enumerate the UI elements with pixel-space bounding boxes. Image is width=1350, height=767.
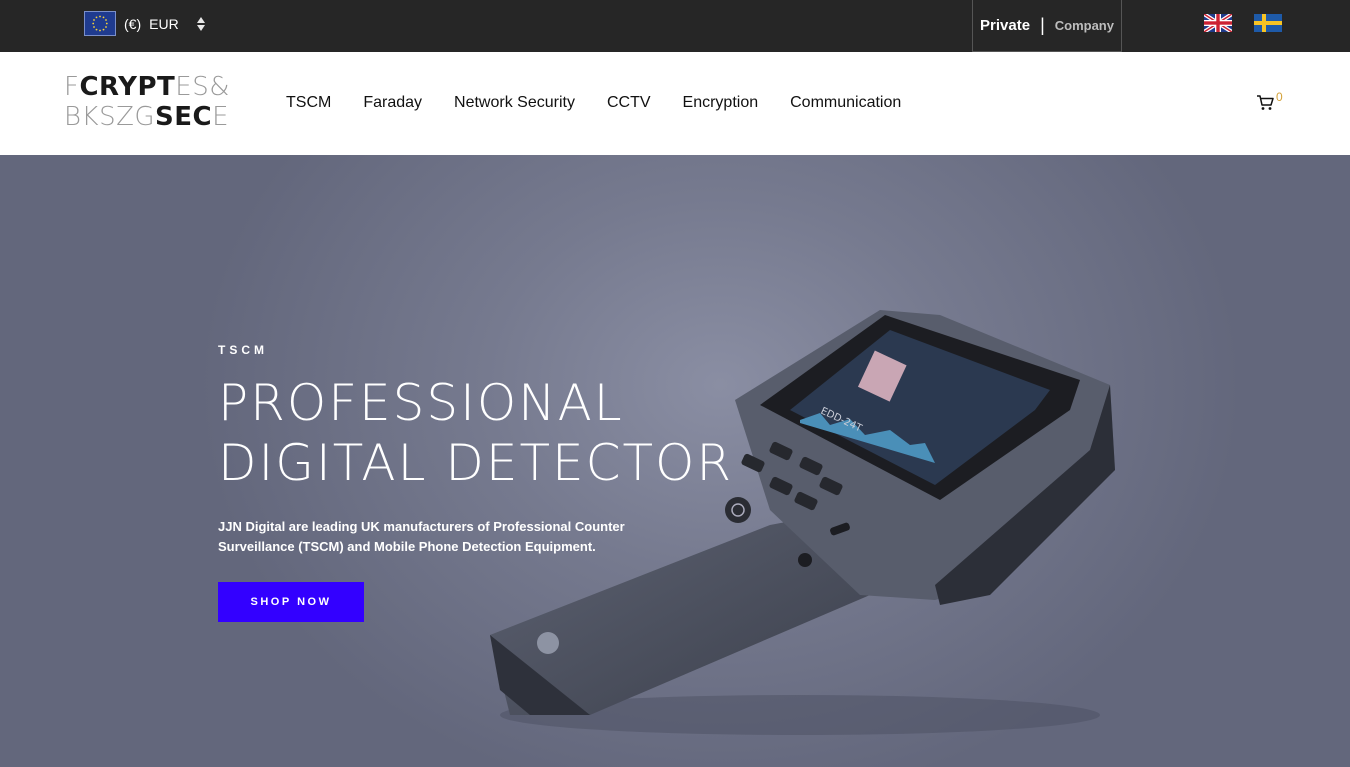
eu-flag-icon	[84, 11, 116, 36]
hero-title-line-2: DIGITAL DETECTOR	[218, 434, 734, 492]
logo-text: CRYPT	[79, 72, 176, 102]
nav-item-communication[interactable]: Communication	[790, 94, 901, 112]
main-nav: TSCM Faraday Network Security CCTV Encry…	[286, 94, 933, 112]
nav-item-tscm[interactable]: TSCM	[286, 94, 331, 112]
cart-icon	[1257, 95, 1274, 110]
customer-type-switch: Private | Company	[972, 0, 1122, 52]
nav-item-encryption[interactable]: Encryption	[683, 94, 759, 112]
nav-item-network-security[interactable]: Network Security	[454, 94, 575, 112]
segment-separator: |	[1040, 15, 1045, 35]
hero-title-line-1: PROFESSIONAL	[218, 374, 624, 432]
company-link[interactable]: Company	[1055, 18, 1114, 33]
logo-text: ES&	[175, 72, 230, 102]
site-logo[interactable]: FCRYPTES& BKSZGSECE	[64, 72, 239, 134]
sweden-flag-icon[interactable]	[1254, 14, 1282, 32]
cart-button[interactable]: 0	[1256, 90, 1288, 116]
private-link[interactable]: Private	[980, 17, 1030, 34]
main-header: FCRYPTES& BKSZGSECE TSCM Faraday Network…	[0, 52, 1350, 155]
currency-selector[interactable]: (€) EUR	[84, 11, 205, 36]
hero-title: PROFESSIONAL DIGITAL DETECTOR	[218, 373, 733, 493]
hero-eyebrow: TSCM	[218, 343, 268, 357]
logo-text: E	[212, 102, 230, 132]
hero-description: JJN Digital are leading UK manufacturers…	[218, 519, 625, 554]
currency-code: EUR	[149, 15, 179, 32]
nav-item-cctv[interactable]: CCTV	[607, 94, 651, 112]
sort-arrows-icon[interactable]	[196, 16, 205, 32]
nav-item-faraday[interactable]: Faraday	[363, 94, 422, 112]
logo-line-2: BKSZGSECE	[64, 102, 239, 132]
logo-text: SEC	[155, 102, 213, 132]
uk-flag-icon[interactable]	[1204, 14, 1232, 32]
currency-symbol: (€)	[124, 15, 142, 32]
shop-now-button[interactable]: SHOP NOW	[218, 582, 364, 622]
cart-count-badge: 0	[1276, 90, 1283, 104]
logo-line-1: FCRYPTES&	[64, 72, 239, 102]
logo-text: F	[64, 72, 80, 102]
top-bar: (€) EUR Private | Company	[0, 0, 1350, 52]
hero-banner: EDD-24T TSCM PROFESSIONAL DIGITAL DETECT…	[0, 155, 1350, 767]
logo-text: BKSZG	[64, 102, 156, 132]
